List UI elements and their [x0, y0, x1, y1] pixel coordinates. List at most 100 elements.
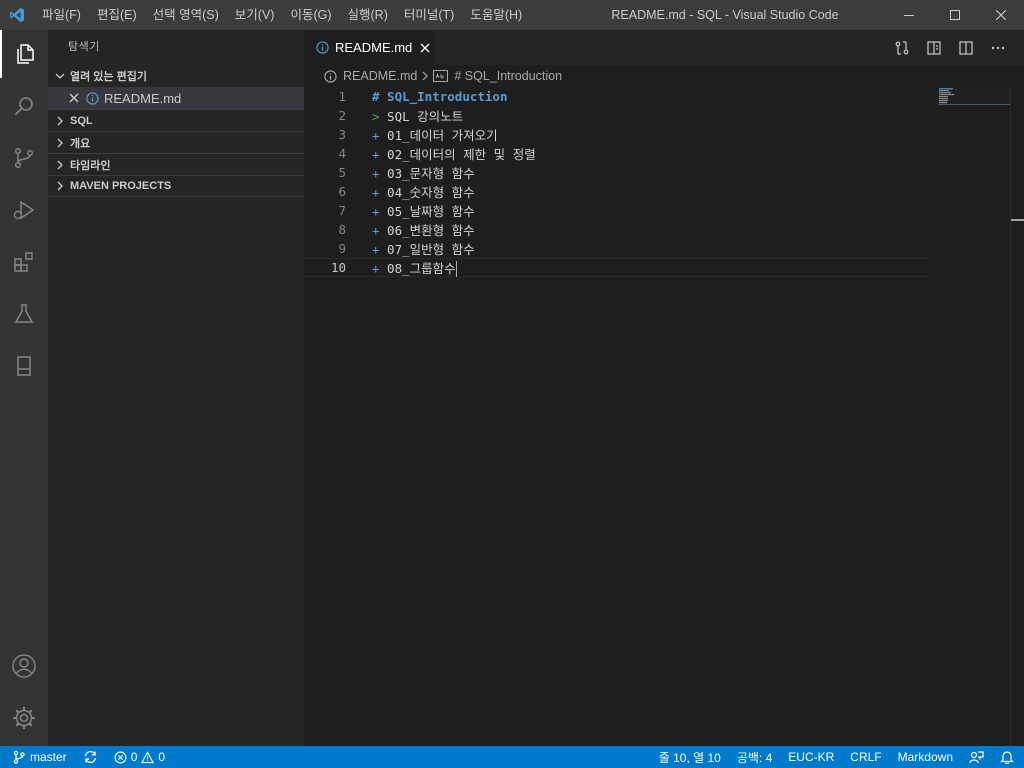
- line-text: + 08_그룹함수: [372, 258, 457, 278]
- line-text: + 07_일반형 함수: [372, 239, 475, 258]
- feedback-button[interactable]: [961, 746, 992, 768]
- error-icon: [114, 751, 127, 764]
- settings-gear-icon[interactable]: [0, 694, 48, 742]
- search-icon[interactable]: [0, 82, 48, 130]
- menu-file[interactable]: 파일(F): [34, 0, 89, 30]
- line-number: 2: [338, 108, 346, 123]
- vscode-logo-icon: [0, 0, 34, 30]
- menu-edit[interactable]: 편집(E): [89, 0, 145, 30]
- feedback-icon: [969, 751, 984, 764]
- chevron-right-icon: [421, 71, 429, 81]
- indentation-setting[interactable]: 공백: 4: [729, 746, 780, 768]
- menu-go[interactable]: 이동(G): [282, 0, 339, 30]
- open-editor-item[interactable]: README.md: [48, 87, 304, 109]
- run-debug-icon[interactable]: [0, 186, 48, 234]
- code-line: 6 + 04_숫자형 함수: [304, 182, 928, 201]
- section-label: MAVEN PROJECTS: [70, 180, 172, 192]
- editor-tabs: README.md: [304, 30, 1024, 65]
- warning-count: 0: [158, 750, 166, 764]
- line-number: 8: [338, 222, 346, 237]
- list-marker: +: [372, 128, 380, 143]
- sync-icon: [83, 750, 98, 764]
- section-sql[interactable]: SQL: [48, 109, 304, 131]
- more-actions-button[interactable]: [982, 30, 1014, 65]
- menu-view[interactable]: 보기(V): [227, 0, 283, 30]
- menu-selection[interactable]: 선택 영역(S): [145, 0, 227, 30]
- list-text: 02_데이터의 제한 및 정렬: [379, 147, 536, 162]
- line-number: 6: [338, 184, 346, 199]
- code-line: 9 + 07_일반형 함수: [304, 239, 928, 258]
- explorer-icon[interactable]: [0, 30, 48, 78]
- list-text: 05_날짜형 함수: [379, 204, 475, 219]
- minimize-button[interactable]: [886, 0, 932, 30]
- text-cursor: [455, 261, 457, 278]
- section-label: 개요: [70, 137, 91, 150]
- maximize-button[interactable]: [932, 0, 978, 30]
- line-text: > SQL 강의노트: [372, 106, 463, 125]
- section-outline[interactable]: 개요: [48, 131, 304, 153]
- extensions-icon[interactable]: [0, 238, 48, 286]
- remote-explorer-icon[interactable]: [0, 342, 48, 390]
- split-editor-button[interactable]: [950, 30, 982, 65]
- chevron-right-icon: [52, 157, 68, 173]
- section-timeline[interactable]: 타임라인: [48, 153, 304, 175]
- sidebar-title: 탐색기: [68, 41, 100, 53]
- source-control-icon[interactable]: [0, 134, 48, 182]
- branch-indicator[interactable]: master: [0, 746, 75, 768]
- section-maven-projects[interactable]: MAVEN PROJECTS: [48, 175, 304, 197]
- open-changes-button[interactable]: [886, 30, 918, 65]
- chevron-down-icon: [52, 68, 68, 84]
- testing-icon[interactable]: [0, 290, 48, 338]
- info-icon: [84, 91, 100, 105]
- open-preview-button[interactable]: [918, 30, 950, 65]
- tab-label: README.md: [335, 40, 413, 55]
- minimap[interactable]: [938, 87, 1010, 107]
- account-icon[interactable]: [0, 642, 48, 690]
- list-marker: +: [372, 185, 380, 200]
- error-count: 0: [130, 750, 138, 764]
- encoding-setting[interactable]: EUC-KR: [780, 746, 842, 768]
- quote-marker: >: [372, 109, 380, 124]
- menu-help[interactable]: 도움말(H): [462, 0, 530, 30]
- window-title: README.md - SQL - Visual Studio Code: [611, 8, 839, 22]
- window-controls: [886, 0, 1024, 30]
- line-text: + 03_문자형 함수: [372, 163, 475, 182]
- code-line: 1 # SQL_Introduction: [304, 87, 928, 106]
- breadcrumb-file[interactable]: README.md: [343, 69, 417, 83]
- status-bar: master 0 0 줄 10, 열 10 공백: 4 EUC-KR CRLF …: [0, 746, 1024, 768]
- line-number: 5: [338, 165, 346, 180]
- code-editor[interactable]: 1 # SQL_Introduction 2 > SQL 강의노트 3 + 01…: [304, 87, 1024, 746]
- list-marker: +: [372, 260, 380, 276]
- code-line: 5 + 03_문자형 함수: [304, 163, 928, 182]
- line-text: + 06_변환형 함수: [372, 220, 475, 239]
- code-line: 2 > SQL 강의노트: [304, 106, 928, 125]
- list-text: 03_문자형 함수: [379, 166, 475, 181]
- notifications-button[interactable]: [992, 746, 1024, 768]
- cursor-position[interactable]: 줄 10, 열 10: [651, 746, 729, 768]
- language-mode[interactable]: Markdown: [890, 746, 961, 768]
- minimize-icon: [904, 15, 914, 16]
- menu-terminal[interactable]: 터미널(T): [396, 0, 462, 30]
- heading-text: SQL_Introduction: [379, 89, 508, 104]
- tab-readme[interactable]: README.md: [304, 30, 434, 65]
- close-icon[interactable]: [420, 43, 430, 53]
- eol-setting[interactable]: CRLF: [842, 746, 889, 768]
- list-text: 07_일반형 함수: [379, 242, 475, 257]
- open-editors-section[interactable]: 열려 있는 편집기: [48, 65, 304, 87]
- close-icon[interactable]: [66, 93, 82, 103]
- section-label: SQL: [70, 114, 93, 127]
- menu-run[interactable]: 실행(R): [340, 0, 396, 30]
- list-text: 04_숫자형 함수: [379, 185, 475, 200]
- list-text: 01_데이터 가져오기: [379, 128, 498, 143]
- line-text: + 01_데이터 가져오기: [372, 125, 498, 144]
- chevron-right-icon: [52, 135, 68, 151]
- vertical-scrollbar[interactable]: [1010, 87, 1024, 746]
- sync-button[interactable]: [75, 746, 106, 768]
- line-number: 10: [330, 260, 346, 275]
- list-marker: +: [372, 242, 380, 257]
- compare-changes-icon: [895, 40, 909, 55]
- close-window-button[interactable]: [978, 0, 1024, 30]
- breadcrumb-symbol[interactable]: # SQL_Introduction: [454, 69, 562, 83]
- problems-indicator[interactable]: 0 0: [106, 746, 173, 768]
- menu-bar: 파일(F) 편집(E) 선택 영역(S) 보기(V) 이동(G) 실행(R) 터…: [34, 0, 530, 30]
